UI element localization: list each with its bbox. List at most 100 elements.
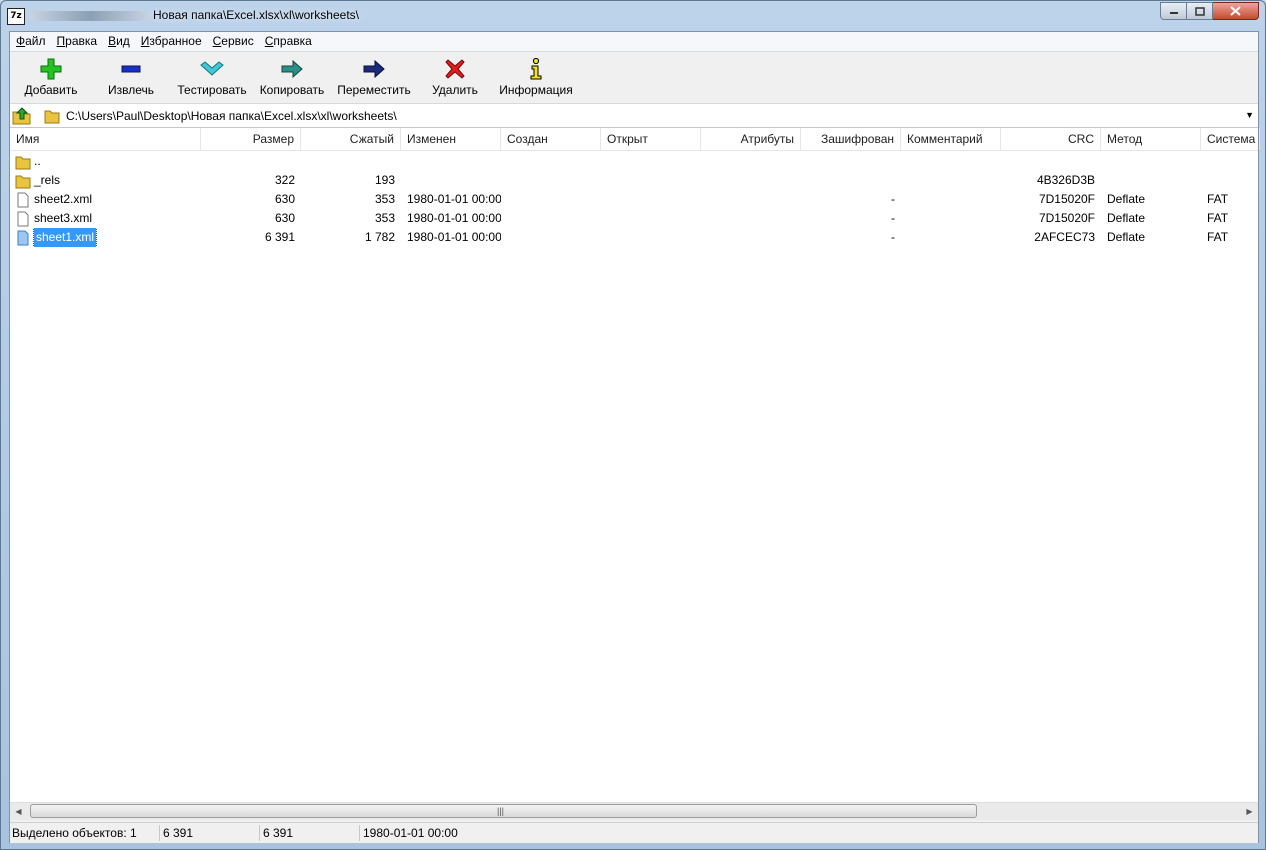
- cell-comment: [901, 209, 1001, 228]
- file-list[interactable]: Имя Размер Сжатый Изменен Создан Открыт …: [10, 128, 1260, 802]
- client-area: Файл Правка Вид Избранное Сервис Справка…: [9, 31, 1260, 843]
- cell-packed: [301, 152, 401, 171]
- app-window: 7z Новая папка\Excel.xlsx\xl\worksheets\…: [0, 0, 1266, 850]
- chevron-down-icon[interactable]: ▼: [1245, 110, 1254, 120]
- cell-size: 322: [274, 173, 295, 187]
- horizontal-scrollbar[interactable]: ◀ ||| ▶: [10, 802, 1258, 820]
- cell-encrypted: [801, 171, 901, 190]
- menu-view[interactable]: Вид: [102, 32, 135, 51]
- up-folder-button[interactable]: [12, 106, 32, 125]
- cell-crc: 7D15020F: [1038, 211, 1095, 225]
- plus-icon: [36, 55, 66, 83]
- cell-created: [501, 209, 601, 228]
- menu-favorites[interactable]: Избранное: [135, 32, 207, 51]
- move-label: Переместить: [337, 83, 411, 97]
- status-bar: Выделено объектов: 1 6 391 6 391 1980-01…: [10, 822, 1258, 843]
- column-header-method[interactable]: Метод: [1101, 128, 1201, 150]
- column-header-encrypted[interactable]: Зашифрован: [801, 128, 901, 150]
- table-row[interactable]: sheet3.xml 630 353 1980-01-01 00:00 - 7D15020…: [10, 209, 1258, 228]
- cell-comment: [901, 228, 1001, 247]
- app-icon[interactable]: 7z: [7, 8, 25, 25]
- menu-help[interactable]: Справка: [259, 32, 317, 51]
- column-header-opened[interactable]: Открыт: [601, 128, 701, 150]
- extract-label: Извлечь: [107, 83, 154, 97]
- close-button[interactable]: [1213, 2, 1259, 20]
- cell-method: [1101, 152, 1201, 171]
- maximize-button[interactable]: [1187, 2, 1213, 20]
- cell-method: [1101, 171, 1201, 190]
- column-header-name[interactable]: Имя: [10, 128, 201, 150]
- menu-file[interactable]: Файл: [10, 32, 51, 51]
- cell-packed: 193: [374, 173, 395, 187]
- cell-opened: [601, 228, 701, 247]
- info-icon: [521, 55, 551, 83]
- status-size: 6 391: [160, 825, 260, 841]
- cell-opened: [601, 209, 701, 228]
- cell-name: sheet1.xml: [10, 228, 201, 247]
- extract-button[interactable]: Извлечь: [104, 52, 158, 102]
- status-selected: Выделено объектов: 1: [10, 825, 160, 841]
- cell-crc: 2AFCEC73: [1034, 230, 1095, 244]
- arrow-right-icon: [277, 55, 307, 83]
- cell-system: FAT: [1207, 211, 1229, 225]
- test-button[interactable]: Тестировать: [175, 52, 249, 102]
- move-button[interactable]: Переместить: [337, 52, 411, 102]
- table-row[interactable]: ..: [10, 152, 1258, 171]
- cell-name: sheet2.xml: [10, 190, 201, 209]
- file-name: sheet2.xml: [34, 192, 93, 206]
- address-input[interactable]: C:\Users\Paul\Desktop\Новая папка\Excel.…: [66, 109, 397, 123]
- column-header-modified[interactable]: Изменен: [401, 128, 501, 150]
- menu-tools[interactable]: Сервис: [207, 32, 259, 51]
- cross-icon: [440, 55, 470, 83]
- scroll-right-icon[interactable]: ▶: [1241, 804, 1258, 819]
- cell-modified: 1980-01-01 00:00: [407, 211, 501, 225]
- file-name: sheet3.xml: [34, 211, 93, 225]
- cell-encrypted: -: [891, 211, 895, 225]
- maximize-icon: [1194, 6, 1205, 16]
- cell-encrypted: [801, 152, 901, 171]
- scrollbar-thumb[interactable]: |||: [30, 804, 977, 818]
- title-bar[interactable]: 7z Новая папка\Excel.xlsx\xl\worksheets\: [1, 1, 1265, 31]
- column-header-attributes[interactable]: Атрибуты: [701, 128, 801, 150]
- table-row[interactable]: sheet1.xml 6 391 1 782 1980-01-01 00:00 - 2AF…: [10, 228, 1258, 247]
- cell-name: sheet3.xml: [10, 209, 201, 228]
- column-header-created[interactable]: Создан: [501, 128, 601, 150]
- menu-bar: Файл Правка Вид Избранное Сервис Справка: [10, 32, 1258, 52]
- cell-modified: [401, 152, 501, 171]
- table-row[interactable]: _rels 322 193 4B326D3B: [10, 171, 1258, 190]
- table-row[interactable]: sheet2.xml 630 353 1980-01-01 00:00 - 7D15020…: [10, 190, 1258, 209]
- column-header-size[interactable]: Размер: [201, 128, 301, 150]
- folder-icon: [15, 154, 31, 170]
- column-header-crc[interactable]: CRC: [1001, 128, 1101, 150]
- cell-crc: 7D15020F: [1038, 192, 1095, 206]
- test-label: Тестировать: [177, 83, 247, 97]
- column-header-system[interactable]: Система: [1201, 128, 1260, 150]
- column-header-packed[interactable]: Сжатый: [301, 128, 401, 150]
- cell-attributes: [701, 209, 801, 228]
- scroll-left-icon[interactable]: ◀: [10, 804, 27, 819]
- window-controls: [1160, 2, 1259, 20]
- cell-attributes: [701, 190, 801, 209]
- list-header: Имя Размер Сжатый Изменен Создан Открыт …: [10, 128, 1260, 151]
- info-button[interactable]: Информация: [496, 52, 576, 102]
- delete-button[interactable]: Удалить: [429, 52, 481, 102]
- cell-attributes: [701, 152, 801, 171]
- cell-packed: 1 782: [364, 230, 395, 244]
- cell-encrypted: -: [891, 230, 895, 244]
- cell-system: FAT: [1207, 230, 1229, 244]
- copy-button[interactable]: Копировать: [258, 52, 326, 102]
- cell-size: [201, 152, 301, 171]
- window-title: Новая папка\Excel.xlsx\xl\worksheets\: [29, 8, 359, 22]
- cell-opened: [601, 152, 701, 171]
- file-icon: [15, 211, 31, 227]
- cell-size: 630: [274, 211, 295, 225]
- column-header-comment[interactable]: Комментарий: [901, 128, 1001, 150]
- window-title-text: Новая папка\Excel.xlsx\xl\worksheets\: [153, 8, 359, 22]
- delete-label: Удалить: [432, 83, 478, 97]
- menu-edit[interactable]: Правка: [51, 32, 103, 51]
- add-button[interactable]: Добавить: [20, 52, 82, 102]
- status-modified: 1980-01-01 00:00: [363, 826, 458, 840]
- minimize-button[interactable]: [1160, 2, 1187, 20]
- address-bar: C:\Users\Paul\Desktop\Новая папка\Excel.…: [10, 104, 1258, 128]
- cell-opened: [601, 171, 701, 190]
